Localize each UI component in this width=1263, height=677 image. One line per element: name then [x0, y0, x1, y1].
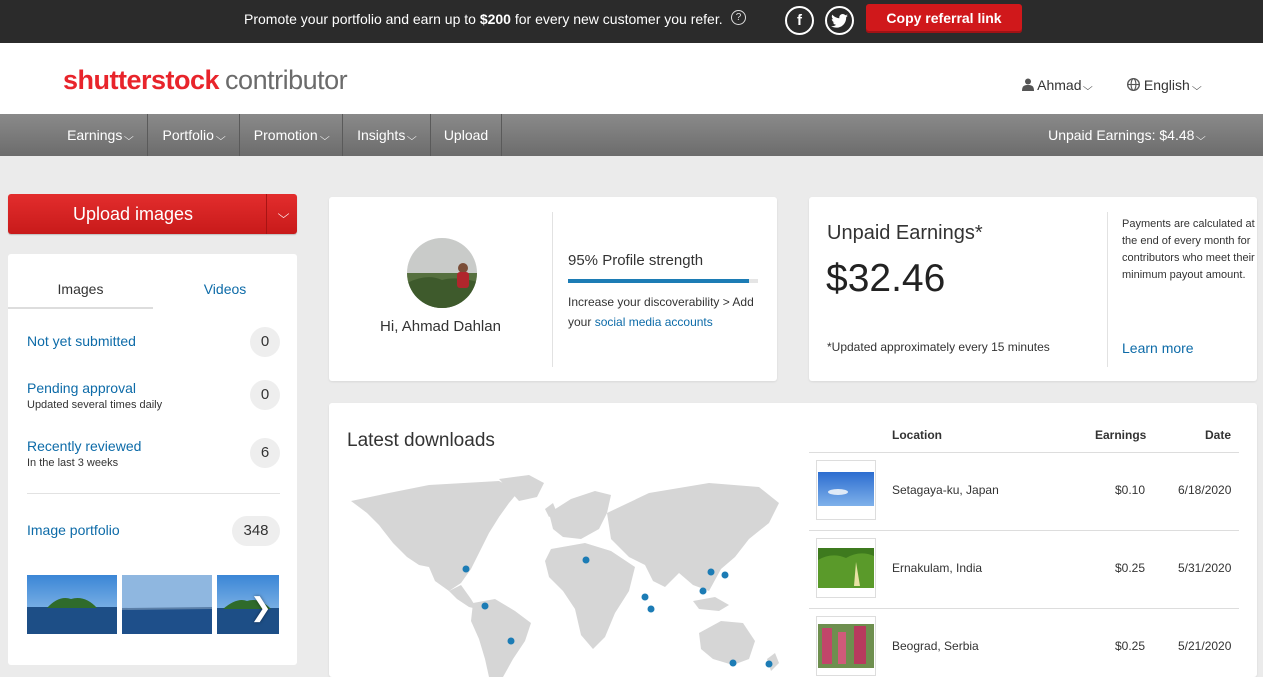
- download-thumbnail[interactable]: [816, 538, 876, 598]
- date-cell: 6/18/2020: [1178, 483, 1232, 497]
- chevron-down-icon: ⌵: [1196, 132, 1207, 143]
- stat-pending-approval[interactable]: Pending approval Updated several times d…: [27, 380, 162, 411]
- social-media-link[interactable]: social media accounts: [595, 315, 713, 329]
- stat-not-submitted[interactable]: Not yet submitted: [27, 333, 136, 349]
- location-cell: Setagaya-ku, Japan: [892, 483, 999, 497]
- chevron-down-icon: ⌵: [124, 132, 135, 143]
- download-thumbnail[interactable]: [816, 460, 876, 520]
- discoverability-text: Increase your discoverability > Add your…: [568, 295, 754, 329]
- location-cell: Beograd, Serbia: [892, 639, 979, 653]
- chevron-down-icon: ⌵: [1083, 82, 1094, 93]
- payment-info: Payments are calculated at the end of ev…: [1122, 218, 1255, 281]
- stat-image-portfolio[interactable]: Image portfolio: [27, 522, 120, 538]
- logo[interactable]: shutterstock contributor: [63, 65, 348, 96]
- chevron-down-icon: ⌵: [1191, 82, 1202, 93]
- unpaid-earnings-title: Unpaid Earnings*: [827, 222, 983, 244]
- column-header-date: Date: [1205, 428, 1232, 442]
- earnings-cell: $0.10: [1115, 483, 1146, 497]
- greeting: Hi, Ahmad Dahlan: [380, 318, 501, 335]
- promo-bar: Promote your portfolio and earn up to $2…: [0, 0, 1263, 43]
- nav-earnings[interactable]: Earnings ⌵: [53, 114, 148, 156]
- chevron-down-icon: ⌵: [319, 132, 330, 143]
- chevron-down-icon: ⌵: [407, 132, 418, 143]
- divider: [1107, 212, 1108, 367]
- profile-strength-label: 95% Profile strength: [568, 252, 704, 269]
- stat-label[interactable]: Not yet submitted: [27, 333, 136, 349]
- count-badge: 0: [250, 327, 280, 357]
- facebook-icon[interactable]: f: [785, 6, 814, 35]
- nav-upload[interactable]: Upload: [431, 114, 502, 156]
- copy-referral-button[interactable]: Copy referral link: [866, 4, 1022, 33]
- downloads-world-map: [351, 475, 779, 677]
- date-cell: 5/21/2020: [1178, 639, 1232, 653]
- nav-portfolio[interactable]: Portfolio ⌵: [148, 114, 240, 156]
- earnings-cell: $0.25: [1115, 561, 1146, 575]
- table-row[interactable]: Beograd, Serbia $0.25 5/21/2020: [809, 608, 1239, 677]
- upload-images-label: Upload images: [72, 204, 194, 224]
- help-icon[interactable]: ?: [731, 10, 746, 25]
- stat-label[interactable]: Image portfolio: [27, 522, 120, 538]
- table-row[interactable]: Ernakulam, India $0.25 5/31/2020: [809, 530, 1239, 608]
- learn-more-link[interactable]: Learn more: [1122, 340, 1194, 356]
- count-badge: 6: [250, 438, 280, 468]
- upload-images-button[interactable]: Upload images ⌵: [8, 194, 297, 234]
- nav-unpaid-earnings[interactable]: Unpaid Earnings: $4.48 ⌵: [1048, 114, 1207, 156]
- stat-label[interactable]: Pending approval: [27, 380, 162, 396]
- promo-amount: $200: [479, 11, 511, 27]
- avatar[interactable]: [407, 238, 477, 308]
- twitter-icon[interactable]: [825, 6, 854, 35]
- language-label: English: [1143, 77, 1190, 93]
- divider: [552, 212, 553, 367]
- unpaid-earnings-card: Unpaid Earnings* $32.46 *Updated approxi…: [809, 197, 1257, 381]
- chevron-right-icon[interactable]: ❯: [250, 592, 272, 623]
- update-note: *Updated approximately every 15 minutes: [827, 340, 1050, 354]
- main-nav: Earnings ⌵ Portfolio ⌵ Promotion ⌵ Insights…: [0, 114, 1263, 156]
- nav-insights[interactable]: Insights ⌵: [343, 114, 431, 156]
- earnings-cell: $0.25: [1115, 639, 1146, 653]
- upload-dropdown-toggle[interactable]: ⌵: [267, 194, 297, 234]
- chevron-down-icon: ⌵: [277, 207, 290, 221]
- download-thumbnail[interactable]: [816, 616, 876, 676]
- tab-images[interactable]: Images: [8, 254, 153, 309]
- date-cell: 5/31/2020: [1178, 561, 1232, 575]
- media-summary-panel: Images Videos Not yet submitted 0 Pendin…: [8, 254, 297, 665]
- language-menu[interactable]: English ⌵: [1126, 77, 1202, 93]
- chevron-down-icon: ⌵: [215, 132, 226, 143]
- divider: [27, 493, 280, 494]
- profile-strength-fill: [568, 279, 749, 283]
- stat-sub: Updated several times daily: [27, 399, 163, 411]
- table-row[interactable]: Setagaya-ku, Japan $0.10 6/18/2020: [809, 452, 1239, 530]
- stat-recently-reviewed[interactable]: Recently reviewed In the last 3 weeks: [27, 438, 141, 469]
- profile-strength-bar: [568, 279, 758, 283]
- profile-card: Hi, Ahmad Dahlan 95% Profile strength In…: [329, 197, 777, 381]
- unpaid-earnings-amount: $32.46: [826, 257, 946, 300]
- location-cell: Ernakulam, India: [892, 561, 983, 575]
- user-menu[interactable]: Ahmad ⌵: [1022, 77, 1094, 93]
- portfolio-thumbnail[interactable]: [122, 575, 212, 634]
- header: shutterstock contributor Ahmad ⌵ English ⌵: [0, 43, 1263, 114]
- promo-text: Promote your portfolio and earn up to $2…: [244, 11, 723, 27]
- stat-sub: In the last 3 weeks: [27, 457, 119, 469]
- globe-icon: [1126, 77, 1141, 92]
- latest-downloads-title: Latest downloads: [347, 430, 495, 451]
- column-header-earnings: Earnings: [1095, 428, 1147, 442]
- count-badge: 348: [232, 516, 280, 546]
- column-header-location: Location: [892, 428, 942, 442]
- user-icon: [1022, 78, 1034, 91]
- portfolio-thumbnail[interactable]: [27, 575, 117, 634]
- user-name: Ahmad: [1037, 77, 1082, 93]
- count-badge: 0: [250, 380, 280, 410]
- nav-promotion[interactable]: Promotion ⌵: [240, 114, 343, 156]
- tab-videos[interactable]: Videos: [153, 254, 297, 309]
- latest-downloads-card: Latest downloads Location Earnings Date …: [329, 403, 1257, 677]
- stat-label[interactable]: Recently reviewed: [27, 438, 141, 454]
